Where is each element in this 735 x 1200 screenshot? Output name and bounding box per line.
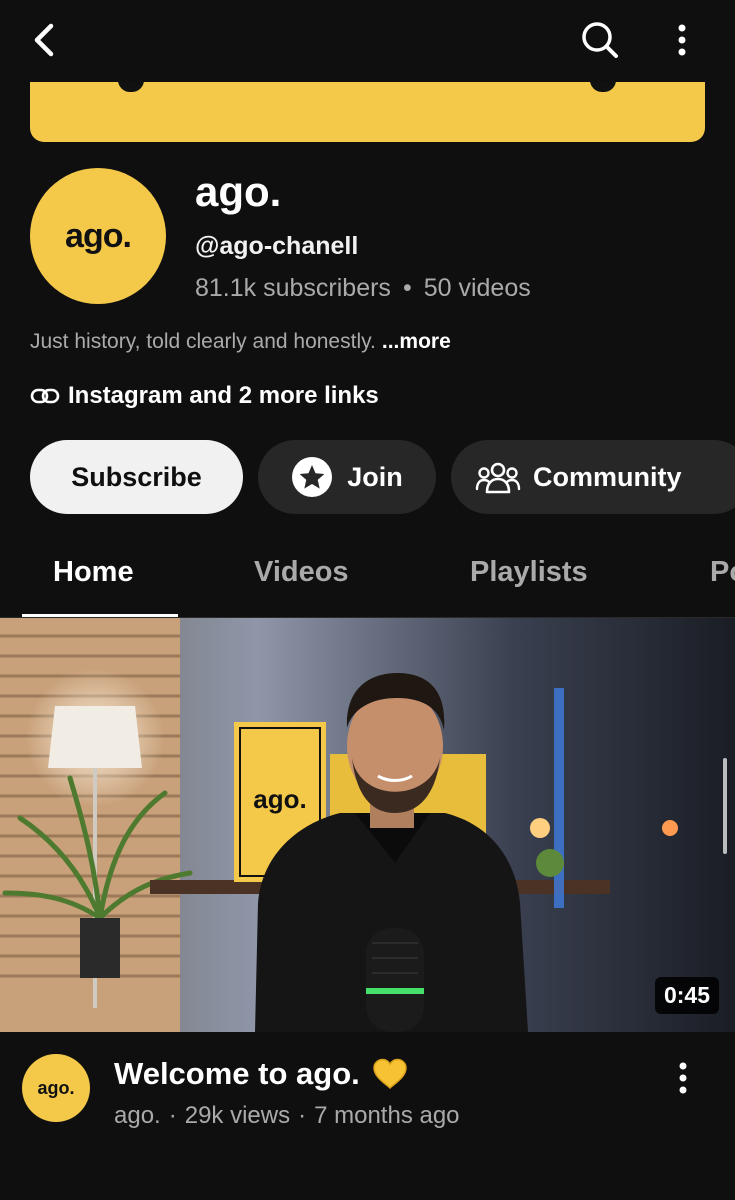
channel-links[interactable]: Instagram and 2 more links [30, 382, 379, 410]
meta-separator: · [168, 1102, 177, 1129]
meta-separator: · [298, 1102, 307, 1129]
banner-glyph [590, 82, 616, 92]
yellow-heart-icon [372, 1058, 407, 1090]
search-icon [582, 22, 618, 58]
channel-stats: 81.1k subscribers • 50 videos [195, 274, 531, 303]
join-label: Join [347, 461, 403, 492]
channel-handle: @ago-chanell [195, 232, 359, 260]
channel-name: ago. [195, 168, 282, 215]
description-more-link[interactable]: ...more [382, 330, 451, 353]
channel-banner [30, 82, 705, 142]
subscribe-button[interactable]: Subscribe [30, 440, 243, 514]
back-icon [34, 23, 54, 57]
active-tab-indicator [22, 614, 178, 617]
community-icon [475, 462, 521, 494]
tab-home[interactable]: Home [53, 556, 134, 589]
video-duration: 0:45 [654, 977, 719, 1014]
video-meta: ago. · 29k views · 7 months ago [114, 1102, 460, 1130]
star-icon [292, 457, 333, 497]
more-options-button[interactable] [662, 18, 702, 62]
subscribe-label: Subscribe [71, 461, 202, 492]
video-channel-avatar[interactable]: ago. [22, 1054, 90, 1122]
more-vert-icon [679, 1062, 687, 1094]
channel-tabs: Home Videos Playlists Po [0, 540, 735, 618]
video-title[interactable]: Welcome to ago. [114, 1056, 408, 1092]
banner-glyph [118, 82, 144, 92]
featured-video-player[interactable]: ago. 0:45 [0, 618, 735, 1032]
video-age: 7 months ago [314, 1102, 460, 1129]
back-button[interactable] [22, 18, 66, 62]
tab-posts[interactable]: Po [710, 556, 735, 589]
stats-separator: • [402, 274, 412, 302]
video-channel-name[interactable]: ago. [114, 1102, 161, 1130]
channel-avatar[interactable]: ago. [30, 168, 166, 304]
video-more-button[interactable] [668, 1058, 698, 1098]
tab-videos[interactable]: Videos [254, 556, 349, 589]
links-label: Instagram and 2 more links [68, 382, 379, 409]
search-button[interactable] [578, 18, 622, 62]
video-count: 50 videos [423, 274, 531, 302]
link-icon [30, 388, 60, 404]
tab-playlists[interactable]: Playlists [470, 556, 588, 589]
poster-text: ago. [253, 784, 306, 814]
subscriber-count: 81.1k subscribers [195, 274, 391, 302]
top-bar [0, 0, 735, 82]
more-vert-icon [678, 24, 686, 56]
community-button[interactable]: Community [451, 440, 735, 514]
video-title-text: Welcome to ago. [114, 1056, 360, 1091]
join-button[interactable]: Join [258, 440, 436, 514]
description-text: Just history, told clearly and honestly. [30, 330, 376, 353]
community-label: Community [533, 461, 682, 492]
channel-description[interactable]: Just history, told clearly and honestly.… [30, 330, 451, 354]
video-views: 29k views [184, 1102, 291, 1129]
video-thumbnail: ago. [0, 618, 735, 1032]
